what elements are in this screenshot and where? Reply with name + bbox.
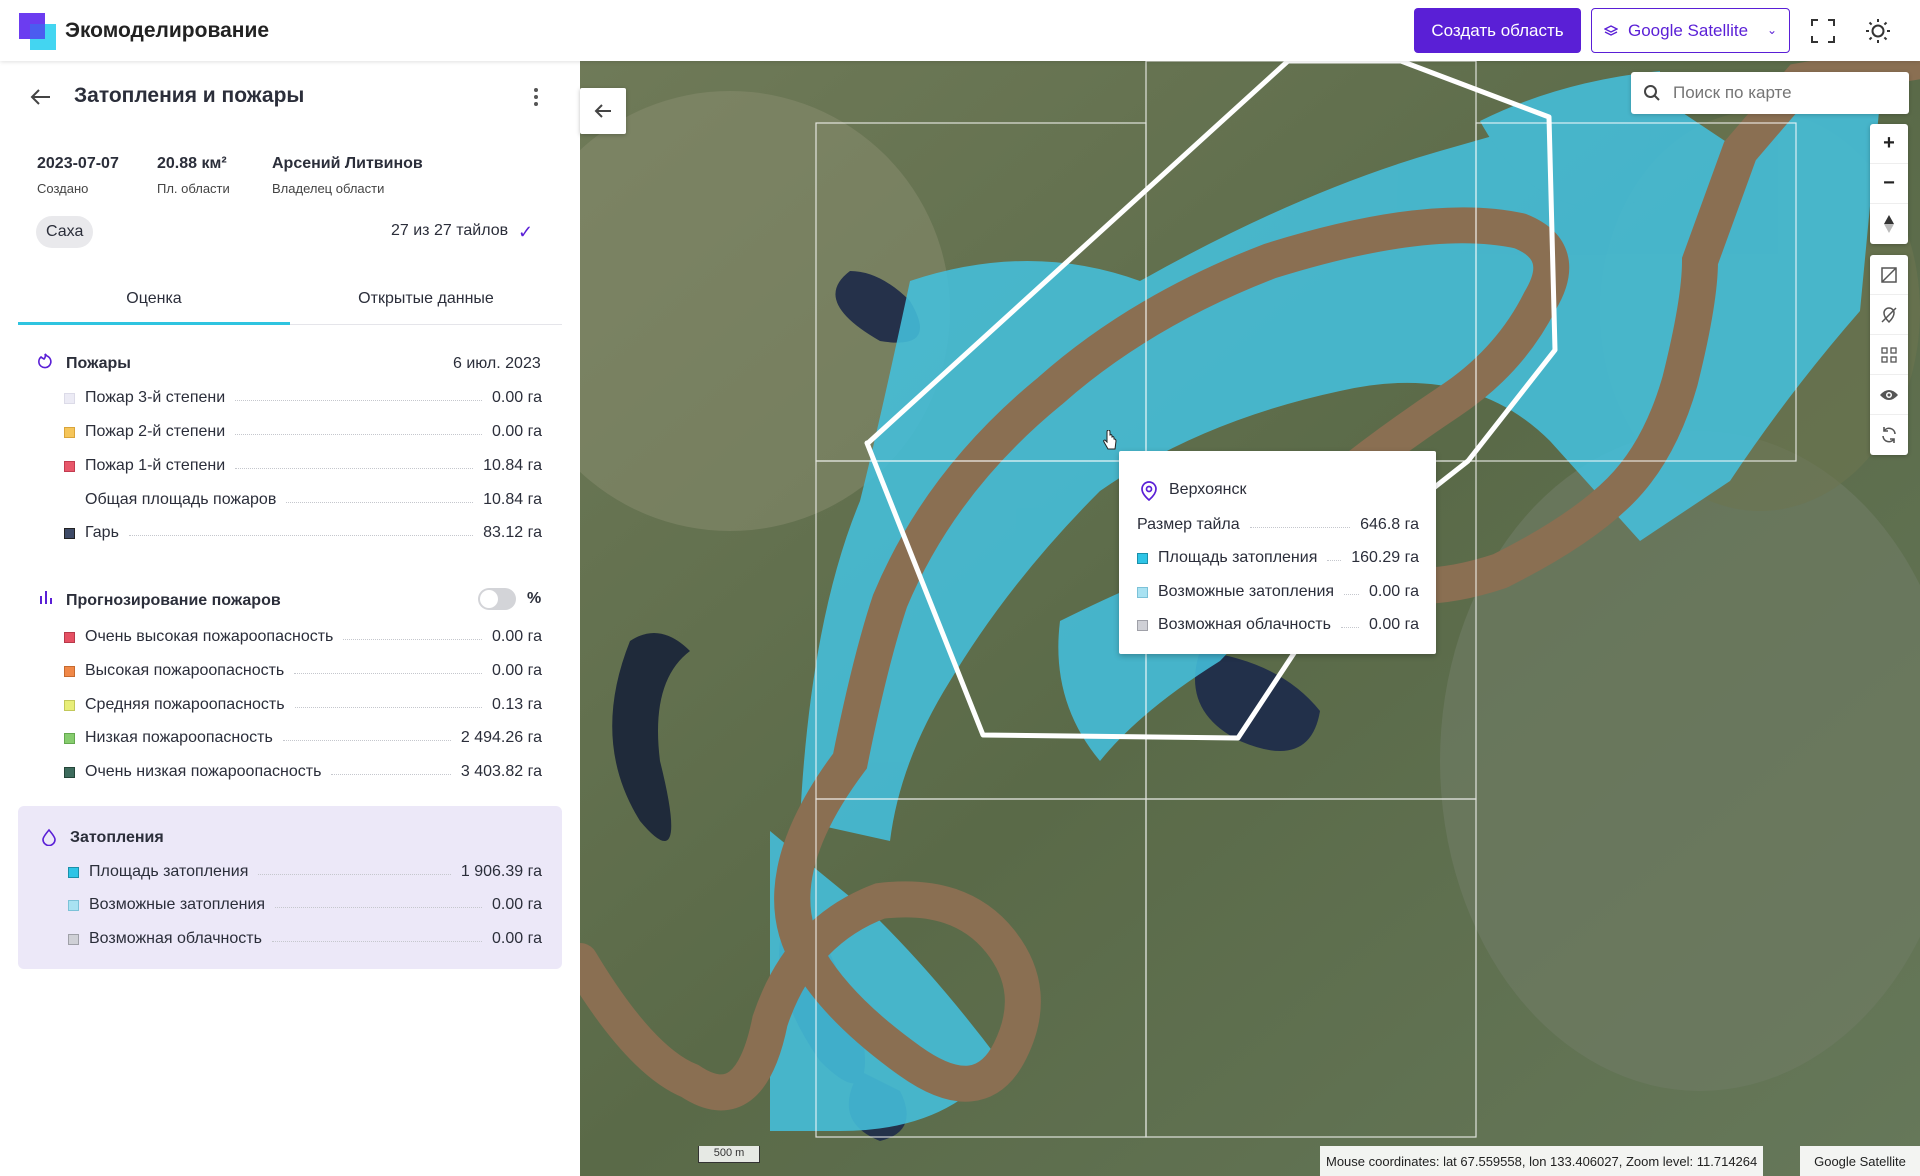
percent-toggle[interactable] <box>478 588 516 610</box>
forecast-title: Прогнозирование пожаров <box>66 592 281 609</box>
zoom-out-button[interactable]: − <box>1870 164 1908 204</box>
search-icon <box>1644 85 1660 101</box>
layer-select-value: Google Satellite <box>1628 20 1749 40</box>
tooltip-row: Возможная облачность 0.00 га <box>1137 615 1419 635</box>
visibility-button[interactable] <box>1870 375 1908 415</box>
list-item: Возможная облачность 0.00 га <box>68 929 542 949</box>
meta-owner: Арсений Литвинов Владелец области <box>272 155 423 196</box>
map-attribution: Google Satellite <box>1800 1146 1920 1176</box>
hand-cursor-icon <box>1103 430 1117 450</box>
layer-select[interactable]: Google Satellite ⌄ <box>1591 8 1790 53</box>
tabs: Оценка Открытые данные <box>18 280 562 325</box>
collapse-panel-button[interactable] <box>580 88 626 134</box>
list-item: Пожар 2-й степени 0.00 га <box>64 422 542 442</box>
draw-polygon-button[interactable] <box>1870 255 1908 295</box>
list-item: Низкая пожароопасность 2 494.26 га <box>64 728 542 748</box>
meta-square: 20.88 км² Пл. области <box>157 155 230 196</box>
fullscreen-icon[interactable] <box>1810 18 1836 44</box>
list-item: Очень высокая пожароопасность 0.00 га <box>64 627 542 647</box>
list-item: Пожар 3-й степени 0.00 га <box>64 388 542 408</box>
check-icon: ✓ <box>518 222 534 242</box>
map-tools <box>1870 255 1908 455</box>
list-item: Возможные затопления 0.00 га <box>68 895 542 915</box>
region-chip: Саха <box>36 216 94 248</box>
zoom-controls: + − <box>1870 124 1908 244</box>
map-search[interactable] <box>1631 72 1909 114</box>
bar-chart-icon <box>40 591 52 604</box>
draw-polygon-icon <box>1881 266 1897 283</box>
refresh-button[interactable] <box>1870 415 1908 455</box>
refresh-icon <box>1882 427 1896 443</box>
map-search-input[interactable] <box>1673 83 1893 103</box>
active-tab-indicator <box>18 322 290 325</box>
list-item: Гарь 83.12 га <box>64 523 542 543</box>
fire-icon <box>38 353 52 369</box>
layers-icon <box>1604 24 1618 36</box>
meta-created: 2023-07-07 Создано <box>37 155 119 196</box>
list-item: Очень низкая пожароопасность 3 403.82 га <box>64 762 542 782</box>
more-menu-icon[interactable] <box>528 84 544 110</box>
back-arrow-icon[interactable] <box>28 84 54 110</box>
eye-icon <box>1880 389 1898 400</box>
list-item: Средняя пожароопасность 0.13 га <box>64 695 542 715</box>
tiles-status: 27 из 27 тайлов <box>391 222 509 239</box>
zoom-in-button[interactable]: + <box>1870 124 1908 164</box>
compass-button[interactable] <box>1870 204 1908 244</box>
back-arrow-icon <box>594 104 611 118</box>
tooltip-row: Возможные затопления 0.00 га <box>1137 582 1419 602</box>
list-item: Пожар 1-й степени 10.84 га <box>64 456 542 476</box>
app-logo[interactable] <box>19 13 56 50</box>
theme-sun-icon[interactable] <box>1865 18 1891 44</box>
tab-assessment[interactable]: Оценка <box>18 290 290 308</box>
hide-markers-button[interactable] <box>1870 295 1908 335</box>
percent-label: % <box>527 590 542 607</box>
list-item: Высокая пожароопасность 0.00 га <box>64 661 542 681</box>
tooltip-title: Верхоянск <box>1169 481 1247 498</box>
create-area-button[interactable]: Создать область <box>1414 8 1581 53</box>
hide-pin-icon <box>1881 306 1897 323</box>
top-bar: Экомоделирование Создать область Google … <box>0 0 1920 61</box>
chevron-down-icon: ⌄ <box>1766 23 1777 37</box>
mouse-coordinates: Mouse coordinates: lat 67.559558, lon 13… <box>1320 1146 1764 1176</box>
scale-bar: 500 m <box>698 1146 760 1163</box>
fires-title: Пожары <box>66 355 131 372</box>
list-item: Площадь затопления 1 906.39 га <box>68 862 542 882</box>
tooltip-row: Размер тайла 646.8 га <box>1137 516 1419 533</box>
water-drop-icon <box>42 828 56 846</box>
tooltip-row: Площадь затопления 160.29 га <box>1137 548 1419 568</box>
grid-button[interactable] <box>1870 335 1908 375</box>
tile-tooltip: Верхоянск Размер тайла 646.8 га Площадь з… <box>1119 451 1436 654</box>
location-pin-icon <box>1141 481 1157 501</box>
app-title[interactable]: Экомоделирование <box>65 19 269 43</box>
floods-title: Затопления <box>70 829 164 846</box>
compass-icon <box>1884 215 1894 233</box>
grid-icon <box>1881 346 1897 363</box>
fires-date: 6 июл. 2023 <box>453 355 541 372</box>
area-title: Затопления и пожары <box>74 84 305 107</box>
list-item: Общая площадь пожаров 10.84 га <box>85 491 542 508</box>
tab-open-data[interactable]: Открытые данные <box>290 290 562 308</box>
